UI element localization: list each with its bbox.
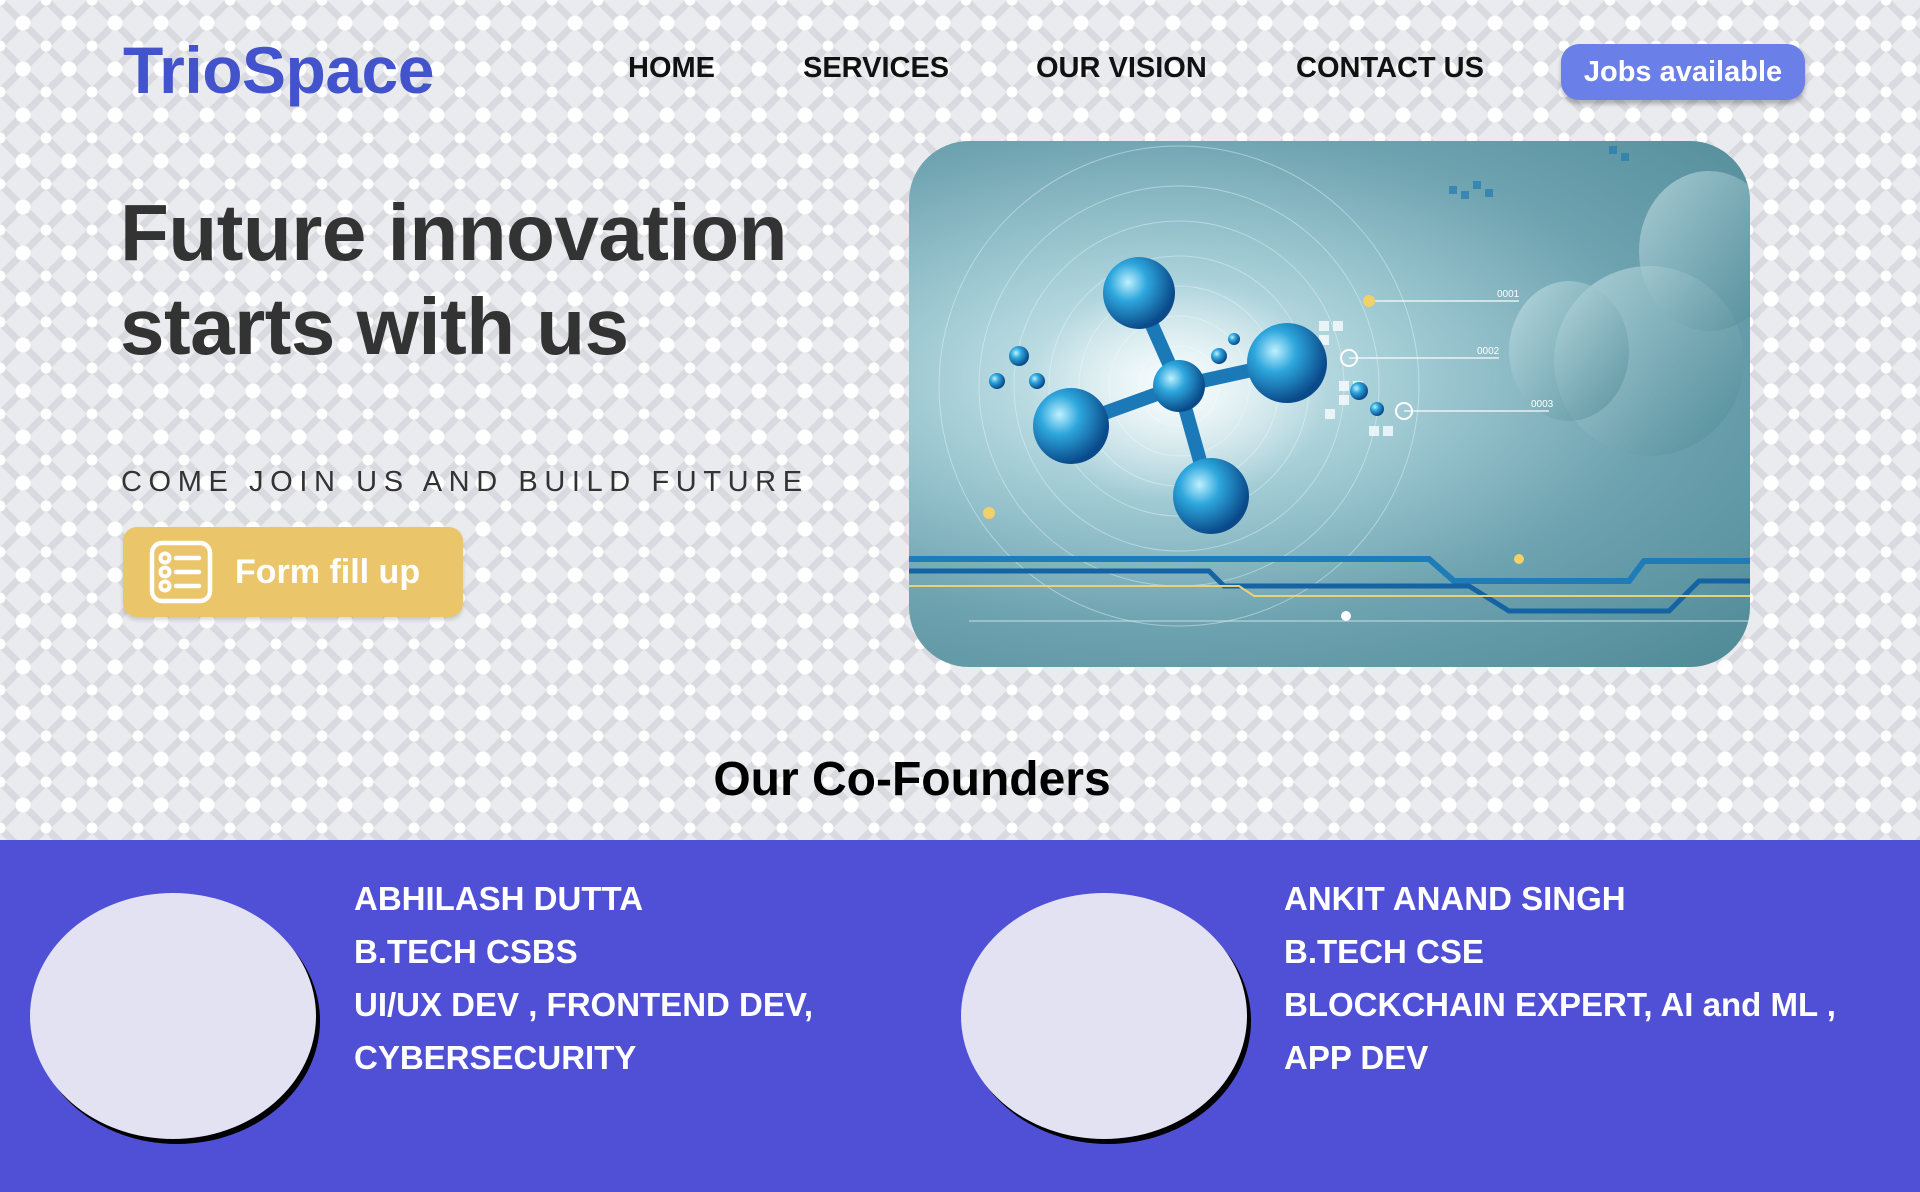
founders-title: Our Co-Founders (713, 753, 1111, 806)
nav-our-vision[interactable]: OUR VISION (1036, 48, 1207, 88)
founder-2-degree: B.TECH CSE (1284, 933, 1484, 970)
founder-1-degree: B.TECH CSBS (354, 933, 578, 970)
form-fill-up-button[interactable]: Form fill up (123, 527, 463, 617)
founder-2-name: ANKIT ANAND SINGH (1284, 880, 1626, 917)
nav-home[interactable]: HOME (628, 48, 715, 88)
hero-title: Future innovation starts with us (120, 188, 788, 371)
logo[interactable]: TrioSpace (123, 30, 434, 110)
nav-contact-us[interactable]: CONTACT US (1296, 48, 1484, 88)
image-label-0003: 0003 (1531, 399, 1554, 410)
form-list-icon (149, 540, 213, 604)
form-fill-up-label: Form fill up (235, 553, 421, 591)
hero-tech-illustration: 0001 0002 0003 (909, 141, 1750, 667)
founder-1-name: ABHILASH DUTTA (354, 880, 644, 917)
image-label-0001: 0001 (1497, 289, 1520, 300)
founder-2-skills-cont: APP DEV (1284, 1039, 1429, 1076)
founder-2-avatar (961, 893, 1247, 1139)
image-label-0002: 0002 (1477, 346, 1500, 357)
hero-subtitle: COME JOIN US AND BUILD FUTURE (121, 466, 809, 498)
founder-2-skills: BLOCKCHAIN EXPERT, AI and ML , (1284, 986, 1836, 1023)
founder-1-skills-cont: CYBERSECURITY (354, 1039, 637, 1076)
nav-services[interactable]: SERVICES (803, 48, 949, 88)
founder-1-avatar (30, 893, 316, 1139)
founder-1-card: ABHILASH DUTTA B.TECH CSBS UI/UX DEV , F… (354, 872, 813, 1084)
jobs-available-button[interactable]: Jobs available (1561, 44, 1805, 100)
founder-1-skills: UI/UX DEV , FRONTEND DEV, (354, 986, 814, 1023)
founder-2-card: ANKIT ANAND SINGH B.TECH CSE BLOCKCHAIN … (1284, 872, 1836, 1084)
